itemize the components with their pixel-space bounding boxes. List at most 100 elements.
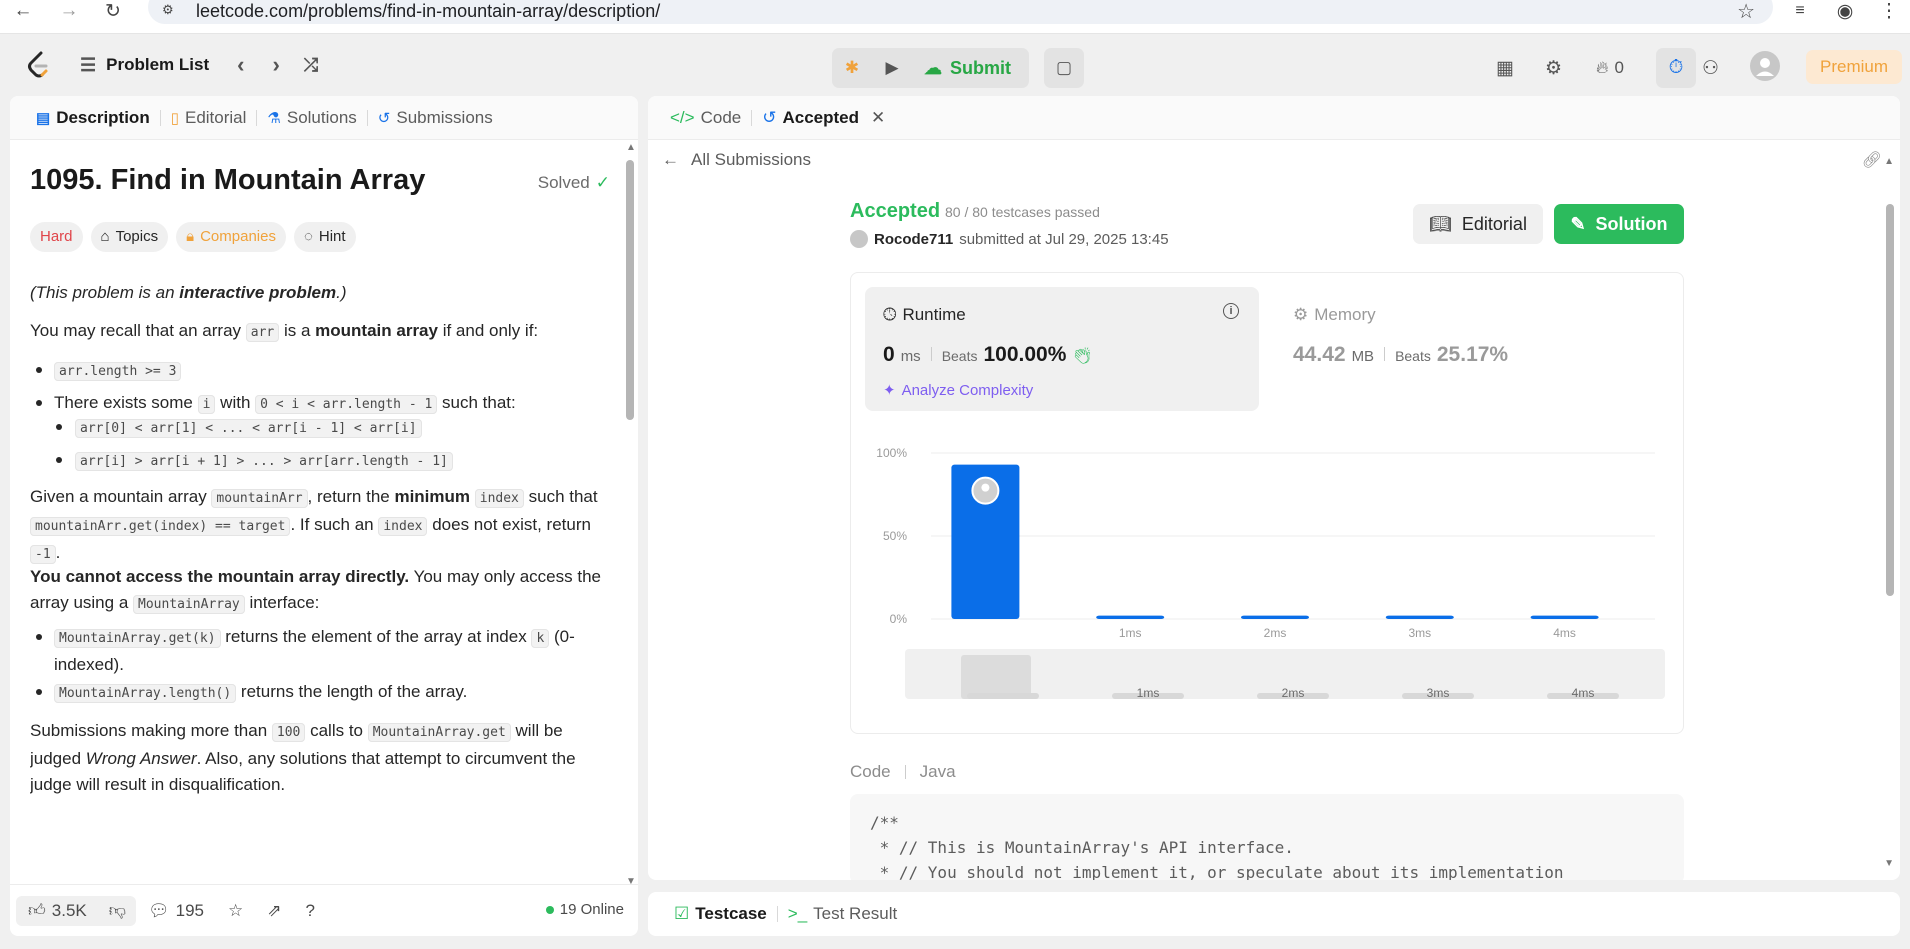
tab-description[interactable]: ▤ Description	[26, 108, 160, 128]
terminal-icon: >_	[787, 904, 808, 923]
problem-list-label: Problem List	[106, 55, 210, 74]
shuffle-icon[interactable]: ⤮	[304, 55, 318, 76]
profile-icon[interactable]: ◉	[1830, 0, 1860, 22]
runtime-unit: ms	[900, 348, 921, 365]
online-count: 19 Online	[545, 901, 624, 918]
clap-icon: 👏︎	[1072, 348, 1093, 365]
tab-label: Test Result	[813, 904, 898, 923]
beats-label: Beats	[1395, 348, 1431, 364]
run-button[interactable]: ▶	[872, 48, 912, 88]
right-scrollbar-thumb[interactable]	[1886, 204, 1894, 596]
inline-code: k	[531, 629, 550, 648]
submission-status: Accepted	[850, 200, 941, 222]
scroll-down-icon[interactable]: ▼	[1884, 858, 1894, 869]
problem-list-nav[interactable]: ☰ Problem List ‹ › ⤮	[80, 51, 318, 79]
chart-bar	[1385, 615, 1454, 619]
forward-arrow-icon[interactable]: →	[54, 0, 84, 22]
inline-code: MountainArray.length()	[54, 684, 237, 703]
text: with	[215, 393, 256, 412]
info-icon[interactable]: i	[1223, 303, 1239, 319]
tab-submissions[interactable]: ↺ Submissions	[368, 108, 503, 128]
mini-tick-label: 4ms	[1572, 686, 1595, 700]
bullet-point	[36, 634, 42, 640]
divider	[904, 765, 906, 779]
runtime-label: Runtime	[902, 305, 966, 324]
debug-icon[interactable]: ✱	[832, 48, 872, 88]
cloud-upload-icon: ☁	[924, 57, 942, 78]
link-icon[interactable]: 🔗︎	[1862, 150, 1882, 170]
settings-gear-icon[interactable]: ⚙	[1545, 48, 1562, 88]
next-problem-icon[interactable]: ›	[272, 52, 279, 78]
like-button[interactable]: 👍︎ 3.5K	[16, 895, 99, 926]
layout-icon[interactable]: ▦	[1496, 48, 1514, 88]
runtime-card[interactable]: 🕓︎ Runtime i 0 ms Beats 100.00% 👏︎ ✦ Ana…	[865, 287, 1259, 411]
list-item: arr[0] < arr[1] < ... < arr[i - 1] < arr…	[75, 414, 610, 442]
right-tab-bar: </> Code ↺ Accepted ✕	[648, 96, 1900, 140]
memory-card[interactable]: ⚙ Memory 44.42 MB Beats 25.17%	[1275, 287, 1669, 411]
submit-label: Submit	[950, 57, 1011, 78]
leetcode-logo-icon[interactable]	[26, 51, 52, 79]
bookmark-star-icon[interactable]: ☆	[1737, 0, 1755, 24]
submitter-avatar	[850, 230, 868, 248]
comment-count: 195	[175, 900, 204, 920]
solution-button[interactable]: ✎ Solution	[1554, 204, 1684, 244]
premium-button[interactable]: Premium	[1806, 50, 1902, 84]
hint-tag[interactable]: ◌ Hint	[293, 222, 356, 252]
add-friend-icon[interactable]: ⚇	[1702, 48, 1719, 88]
help-icon[interactable]: ?	[293, 901, 326, 921]
scroll-up-icon[interactable]: ▲	[626, 142, 636, 153]
inline-code: index	[378, 517, 428, 536]
text: returns the element of the array at inde…	[220, 627, 532, 646]
text: if and only if:	[437, 321, 539, 340]
url-text[interactable]: leetcode.com/problems/find-in-mountain-a…	[196, 1, 660, 22]
console-tab-bar: ☑ Testcase >_ Test Result	[648, 892, 1900, 936]
analyze-complexity-button[interactable]: ✦ Analyze Complexity	[883, 381, 1033, 400]
runtime-distribution-chart[interactable]: 100% 50% 0% 1ms 2ms 3ms 4ms 1ms 2ms 3ms 4ms	[851, 423, 1685, 735]
all-submissions-link[interactable]: ← All Submissions	[662, 150, 811, 170]
media-icon[interactable]: ≡	[1785, 0, 1815, 22]
tab-test-result[interactable]: >_ Test Result	[778, 904, 907, 924]
timer-icon[interactable]: ⏱	[1656, 48, 1696, 88]
close-icon[interactable]: ✕	[871, 108, 885, 128]
companies-tag[interactable]: 🔒︎ Companies	[176, 222, 286, 252]
runtime-value: 0	[883, 343, 895, 366]
site-settings-icon[interactable]: ⚙	[162, 2, 174, 18]
share-icon[interactable]: ⇗	[255, 901, 293, 921]
tab-editorial[interactable]: ▯ Editorial	[161, 108, 257, 128]
prev-problem-icon[interactable]: ‹	[237, 52, 244, 78]
user-avatar[interactable]	[1750, 51, 1780, 81]
comments-button[interactable]: 💬︎ 195	[136, 901, 216, 921]
companies-label: Companies	[200, 228, 276, 245]
left-scrollbar[interactable]: ▲ ▼	[626, 142, 636, 888]
text: such that	[523, 487, 598, 506]
reload-icon[interactable]: ↻	[98, 0, 128, 22]
tab-testcase[interactable]: ☑ Testcase	[664, 904, 777, 924]
all-submissions-label: All Submissions	[691, 150, 811, 169]
notes-button[interactable]: ▢	[1044, 48, 1084, 88]
dislike-button[interactable]: 👎︎	[98, 895, 137, 926]
inline-code: arr	[245, 323, 280, 342]
inline-code: 0 < i < arr.length - 1	[255, 395, 438, 414]
scroll-up-icon[interactable]: ▲	[1884, 156, 1894, 167]
submitted-code[interactable]: /** * // This is MountainArray's API int…	[850, 794, 1684, 880]
tab-label: Description	[56, 107, 150, 127]
submitter-name[interactable]: Rocode711	[874, 231, 953, 248]
address-bar[interactable]: ⚙ leetcode.com/problems/find-in-mountain…	[148, 0, 1773, 24]
submit-button[interactable]: ☁ Submit	[912, 48, 1029, 88]
text: returns the length of the array.	[236, 682, 468, 701]
back-arrow-icon[interactable]: ←	[8, 0, 38, 22]
favorite-star-icon[interactable]: ☆	[216, 901, 255, 921]
streak-counter[interactable]: 🔥︎ 0	[1596, 48, 1624, 88]
editorial-button[interactable]: 📖︎ Editorial	[1413, 204, 1543, 244]
text: interface:	[244, 593, 320, 612]
problem-footer: 👍︎ 3.5K 👎︎ 💬︎ 195 ☆ ⇗ ? 19 Online	[10, 884, 638, 936]
tab-solutions[interactable]: ⚗ Solutions	[257, 108, 366, 128]
tab-code[interactable]: </> Code	[660, 108, 751, 128]
text: Given a mountain array	[30, 487, 212, 506]
menu-kebab-icon[interactable]: ⋮	[1874, 0, 1904, 22]
tab-accepted[interactable]: ↺ Accepted ✕	[752, 108, 895, 128]
inline-code: arr[i] > arr[i + 1] > ... > arr[arr.leng…	[75, 452, 453, 471]
memory-unit: MB	[1351, 348, 1375, 365]
topics-tag[interactable]: ⌂ Topics	[90, 222, 169, 252]
scrollbar-thumb[interactable]	[626, 160, 634, 420]
